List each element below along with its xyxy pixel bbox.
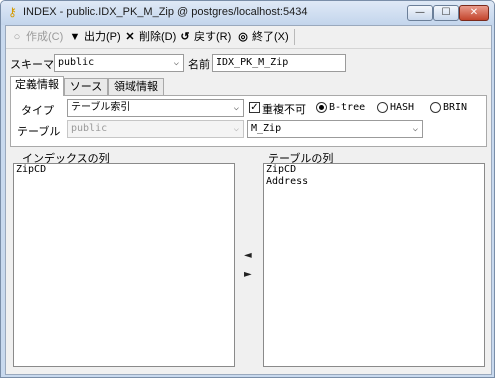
table-select[interactable]: M_Zip ⌵ — [247, 120, 423, 138]
exit-button[interactable]: ◎ 終了(X) — [236, 29, 289, 45]
index-type-select[interactable]: テーブル索引 ⌵ — [67, 99, 244, 117]
chevron-down-icon: ⌵ — [233, 103, 239, 113]
export-icon: ▼ — [69, 31, 81, 43]
export-button[interactable]: ▼ 出力(P) — [68, 29, 121, 45]
revert-icon: ↺ — [180, 31, 190, 43]
move-left-button[interactable]: ◄ — [244, 250, 252, 261]
window-title: INDEX - public.IDX_PK_M_Zip @ postgres/l… — [23, 6, 308, 18]
toolbar: ○ 作成(C) ▼ 出力(P) ✕ 削除(D) ↺ 戻す(R) ◎ 終了(X) — [6, 26, 491, 48]
key-icon: ⚷ — [8, 5, 17, 19]
name-label: 名前 — [188, 59, 210, 71]
revert-label: 戻す(R) — [194, 31, 232, 43]
brin-radio[interactable] — [430, 102, 441, 113]
btree-label: B-tree — [329, 102, 366, 113]
table-columns-list[interactable]: ZipCD Address — [263, 163, 485, 367]
list-item[interactable]: ZipCD — [264, 164, 484, 176]
table-value: M_Zip — [251, 123, 282, 134]
exit-label: 終了(X) — [252, 31, 289, 43]
schema-label: スキーマ — [10, 59, 54, 71]
title-bar[interactable]: ⚷ INDEX - public.IDX_PK_M_Zip @ postgres… — [1, 1, 494, 25]
chevron-down-icon: ⌵ — [173, 58, 179, 68]
create-icon: ○ — [13, 31, 21, 43]
exit-icon: ◎ — [238, 31, 248, 43]
chevron-down-icon: ⌵ — [412, 124, 418, 134]
revert-button[interactable]: ↺ 戻す(R) — [178, 29, 231, 45]
unique-checkbox[interactable]: ✓ — [249, 102, 260, 113]
index-columns-list[interactable]: ZipCD — [13, 163, 235, 367]
create-button[interactable]: ○ 作成(C) — [10, 29, 64, 45]
create-label: 作成(C) — [26, 31, 64, 43]
index-window: ⚷ INDEX - public.IDX_PK_M_Zip @ postgres… — [0, 0, 495, 378]
tab-storage[interactable]: 領域情報 — [108, 78, 164, 95]
list-item[interactable]: Address — [264, 176, 484, 188]
maximize-button[interactable]: ☐ — [433, 5, 459, 21]
unique-label: 重複不可 — [262, 104, 306, 116]
hash-radio[interactable] — [377, 102, 388, 113]
definition-panel: タイプ テーブル索引 ⌵ ✓ 重複不可 B-tree HASH BRIN テーブ… — [10, 95, 487, 147]
export-label: 出力(P) — [84, 31, 121, 43]
tab-definition[interactable]: 定義情報 — [10, 76, 64, 96]
table-label: テーブル — [17, 126, 61, 138]
type-label: タイプ — [21, 105, 54, 117]
table-schema-value: public — [71, 123, 108, 134]
move-right-button[interactable]: ► — [244, 269, 252, 280]
hash-label: HASH — [390, 102, 415, 113]
schema-select[interactable]: public ⌵ — [54, 54, 184, 72]
toolbar-separator — [294, 29, 295, 45]
delete-icon: ✕ — [125, 31, 135, 43]
btree-radio[interactable] — [316, 102, 327, 113]
index-name-field[interactable]: IDX_PK_M_Zip — [212, 54, 346, 72]
schema-value: public — [58, 57, 95, 68]
list-item[interactable]: ZipCD — [14, 164, 234, 176]
toolbar-divider — [6, 48, 491, 49]
index-name-value: IDX_PK_M_Zip — [216, 57, 289, 68]
table-schema-select: public ⌵ — [67, 120, 244, 138]
client-area: ○ 作成(C) ▼ 出力(P) ✕ 削除(D) ↺ 戻す(R) ◎ 終了(X) スキーマ … — [5, 25, 492, 375]
index-type-value: テーブル索引 — [71, 102, 131, 113]
delete-button[interactable]: ✕ 削除(D) — [123, 29, 176, 45]
close-button[interactable]: ✕ — [459, 5, 489, 21]
delete-label: 削除(D) — [139, 31, 177, 43]
brin-label: BRIN — [443, 102, 468, 113]
minimize-button[interactable]: — — [407, 5, 433, 21]
tab-source[interactable]: ソース — [64, 78, 108, 95]
chevron-down-icon: ⌵ — [233, 124, 239, 134]
